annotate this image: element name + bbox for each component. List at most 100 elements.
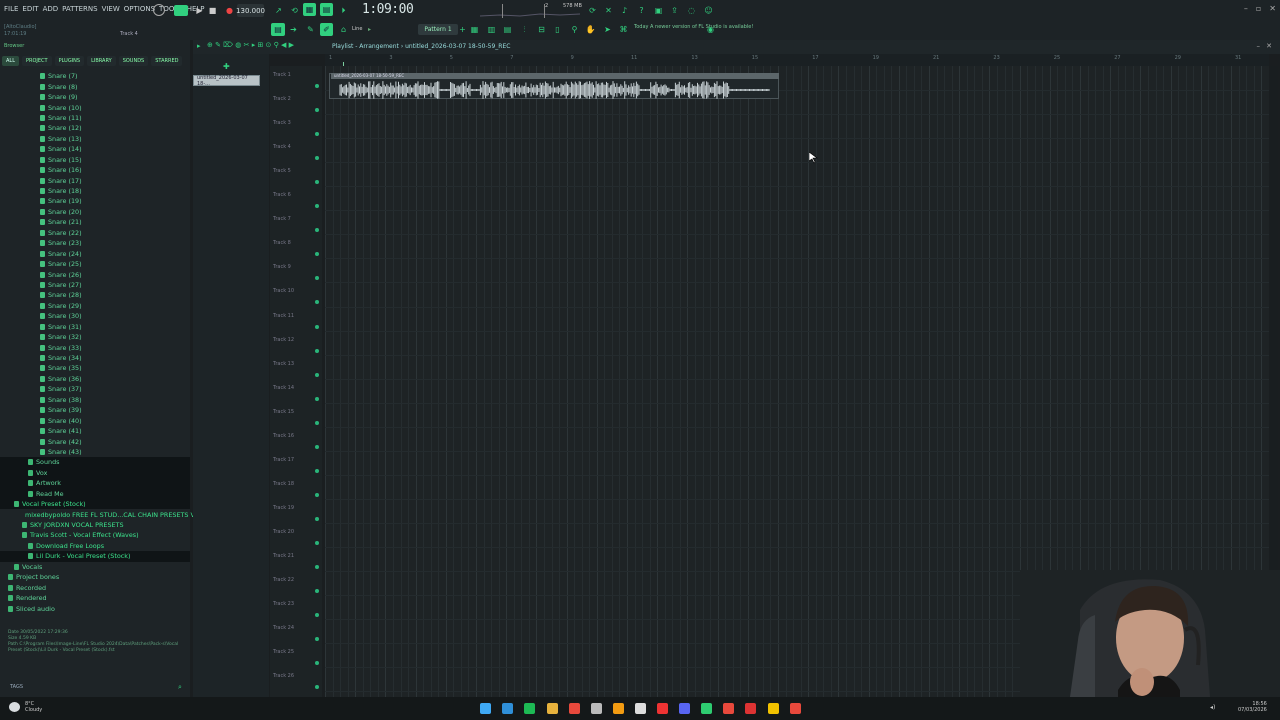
browser-tab-starred[interactable]: STARRED <box>151 56 183 66</box>
pencil-icon[interactable]: ✎ <box>304 23 317 36</box>
snare-sample-item[interactable]: Snare (29) <box>0 301 190 311</box>
play-icon[interactable] <box>701 703 712 714</box>
track-mute-led[interactable] <box>315 108 319 113</box>
track-header[interactable]: Track 10 <box>273 288 323 312</box>
mic-icon[interactable]: ♪ <box>618 4 631 17</box>
track-mute-led[interactable] <box>315 156 319 161</box>
snare-sample-item[interactable]: Snare (23) <box>0 238 190 248</box>
update-icon[interactable]: ◉ <box>704 23 717 36</box>
track-mute-led[interactable] <box>315 324 319 329</box>
browser-folder-item[interactable]: SKY JORDXN VOCAL PRESETS <box>0 520 190 530</box>
track-mute-led[interactable] <box>315 84 319 88</box>
tags-label[interactable]: TAGS <box>10 684 23 690</box>
maximize-icon[interactable]: ▫ <box>1256 4 1261 13</box>
chrome-icon[interactable] <box>745 703 756 714</box>
track-header[interactable]: Track 19 <box>273 505 323 529</box>
snap-dropdown-icon[interactable]: ▸ <box>368 26 371 33</box>
browser-folder-item[interactable]: Rendered <box>0 593 190 603</box>
snare-sample-item[interactable]: Snare (21) <box>0 217 190 227</box>
browser-folder-item[interactable]: mixedbypoldo FREE FL STUD...CAL CHAIN PR… <box>0 509 211 519</box>
snare-sample-item[interactable]: Snare (36) <box>0 374 190 384</box>
track-header[interactable]: Track 21 <box>273 553 323 577</box>
snare-sample-item[interactable]: Snare (10) <box>0 102 190 112</box>
track-header[interactable]: Track 6 <box>273 192 323 216</box>
menu-patterns[interactable]: PATTERNS <box>62 5 97 13</box>
browser-folder-item[interactable]: Travis Scott - Vocal Effect (Waves) <box>0 530 190 540</box>
edge-icon[interactable] <box>502 703 513 714</box>
clip-source-item[interactable]: untitled_2026-03-07 18-... <box>193 75 260 87</box>
track-header[interactable]: Track 14 <box>273 385 323 409</box>
snap-icon[interactable]: ⌂ <box>337 23 350 36</box>
track-mute-led[interactable] <box>315 228 319 233</box>
track-header[interactable]: Track 22 <box>273 577 323 601</box>
track-header[interactable]: Track 2 <box>273 96 323 120</box>
snare-sample-item[interactable]: Snare (11) <box>0 113 190 123</box>
track-mute-led[interactable] <box>315 516 319 521</box>
mixer-icon[interactable]: ⫶ <box>518 23 531 36</box>
stop-icon[interactable]: ■ <box>206 4 219 17</box>
track-mute-led[interactable] <box>315 132 319 137</box>
track-mute-led[interactable] <box>315 661 319 666</box>
cart-icon[interactable]: ⌘ <box>617 23 630 36</box>
loop-record-icon[interactable]: ⟲ <box>288 4 301 17</box>
track-mute-led[interactable] <box>315 685 319 690</box>
plugin-icon[interactable]: ▯ <box>551 23 564 36</box>
playlist-icon[interactable]: ▦ <box>468 23 481 36</box>
snare-sample-item[interactable]: Snare (37) <box>0 384 190 394</box>
send-icon[interactable]: ➤ <box>601 23 614 36</box>
playlist-arrow-icon[interactable]: ▸ <box>197 42 201 50</box>
play-icon[interactable]: ▶ <box>193 4 206 17</box>
tempo-display[interactable]: 130.000 <box>236 4 265 17</box>
snare-sample-item[interactable]: Snare (32) <box>0 332 190 342</box>
snare-sample-item[interactable]: Snare (25) <box>0 259 190 269</box>
browser-icon[interactable]: ⊟ <box>535 23 548 36</box>
youtube-icon[interactable] <box>657 703 668 714</box>
menu-view[interactable]: VIEW <box>102 5 120 13</box>
fl-studio-icon[interactable] <box>613 703 624 714</box>
record-icon[interactable]: ● <box>223 4 236 17</box>
snare-sample-item[interactable]: Snare (8) <box>0 81 190 91</box>
add-icon[interactable]: ✚ <box>223 62 230 71</box>
snare-sample-item[interactable]: Snare (39) <box>0 405 190 415</box>
metronome-icon[interactable] <box>153 4 165 16</box>
browser-folder-item[interactable]: Project bones <box>0 572 190 582</box>
volume-icon[interactable]: ◂) <box>1210 704 1215 711</box>
track-header[interactable]: Track 11 <box>273 313 323 337</box>
track-mute-led[interactable] <box>315 444 319 449</box>
track-mute-led[interactable] <box>315 540 319 545</box>
countdown-icon[interactable]: ↗ <box>272 4 285 17</box>
snare-sample-item[interactable]: Snare (43) <box>0 447 190 457</box>
snare-sample-item[interactable]: Snare (12) <box>0 123 190 133</box>
browser-tab-sounds[interactable]: SOUNDS <box>118 56 149 66</box>
track-header[interactable]: Track 20 <box>273 529 323 553</box>
snap-select[interactable]: Line <box>352 26 362 32</box>
chrome-icon[interactable] <box>790 703 801 714</box>
store-icon[interactable] <box>635 703 646 714</box>
snare-sample-item[interactable]: Snare (38) <box>0 395 190 405</box>
track-header[interactable]: Track 12 <box>273 337 323 361</box>
track-mute-led[interactable] <box>315 589 319 594</box>
playlist-close-icon[interactable]: ✕ <box>1266 42 1272 50</box>
playlist-toggle[interactable]: ▤ <box>271 23 285 36</box>
snare-sample-item[interactable]: Snare (16) <box>0 165 190 175</box>
search-icon[interactable]: ⌕ <box>178 683 182 692</box>
snare-sample-item[interactable]: Snare (13) <box>0 134 190 144</box>
chrome-icon[interactable] <box>591 703 602 714</box>
track-header[interactable]: Track 25 <box>273 649 323 673</box>
pat-song-toggle[interactable] <box>174 5 188 16</box>
track-mute-led[interactable] <box>315 637 319 642</box>
track-header[interactable]: Track 23 <box>273 601 323 625</box>
piano-roll-icon[interactable]: ▥ <box>485 23 498 36</box>
track-mute-led[interactable] <box>315 300 319 305</box>
chrome-icon[interactable] <box>723 703 734 714</box>
snare-sample-item[interactable]: Snare (15) <box>0 155 190 165</box>
snare-sample-item[interactable]: Snare (17) <box>0 175 190 185</box>
touch-icon[interactable]: ✋ <box>584 23 597 36</box>
browser-folder-item[interactable]: Download Free Loops <box>0 541 190 551</box>
chrome-icon[interactable] <box>768 703 779 714</box>
snare-sample-item[interactable]: Snare (33) <box>0 342 190 352</box>
browser-folder-item[interactable]: Vox <box>0 467 190 479</box>
playlist-minimize-icon[interactable]: – <box>1257 42 1261 50</box>
windows-start-icon[interactable] <box>480 703 491 714</box>
refresh-icon[interactable]: ⟳ <box>586 4 599 17</box>
